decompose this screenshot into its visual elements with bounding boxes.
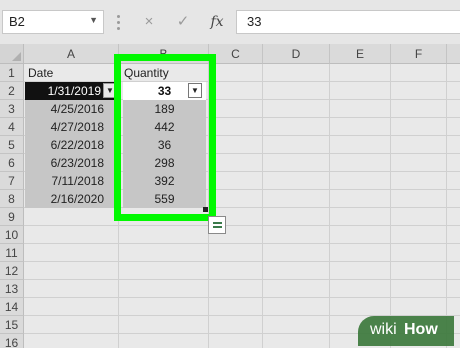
row-header[interactable]: 13 [0, 280, 24, 298]
insert-function-icon[interactable]: fx [202, 10, 232, 34]
row-header[interactable]: 7 [0, 172, 24, 190]
column-header-f[interactable]: F [391, 44, 447, 64]
drag-handle-icon[interactable] [116, 13, 120, 31]
select-all-button[interactable] [0, 44, 24, 64]
formula-value: 33 [247, 14, 262, 29]
cell-a7[interactable]: 7/11/2018 [25, 172, 118, 190]
gridline [446, 64, 447, 348]
gridline [24, 297, 460, 298]
formula-input[interactable]: 33 [236, 10, 460, 34]
gridline [329, 64, 330, 348]
gridline [262, 64, 263, 348]
row-header[interactable]: 11 [0, 244, 24, 262]
gridline [24, 261, 460, 262]
cell-a4[interactable]: 4/27/2018 [25, 118, 118, 136]
cell-a8[interactable]: 2/16/2020 [25, 190, 118, 208]
row-header[interactable]: 4 [0, 118, 24, 136]
enter-icon[interactable]: ✓ [168, 10, 198, 34]
column-header-a[interactable]: A [24, 44, 119, 64]
name-box[interactable]: B2 ▼ [2, 10, 104, 34]
gridline [24, 243, 460, 244]
row-header[interactable]: 12 [0, 262, 24, 280]
gridline [24, 225, 460, 226]
column-header-e[interactable]: E [330, 44, 391, 64]
gridline [390, 64, 391, 348]
row-header[interactable]: 10 [0, 226, 24, 244]
cell-a6[interactable]: 6/23/2018 [25, 154, 118, 172]
column-header-g[interactable] [447, 44, 460, 64]
column-header-c[interactable]: C [209, 44, 263, 64]
name-box-value: B2 [9, 14, 25, 29]
fill-handle[interactable] [203, 207, 208, 212]
quick-analysis-icon[interactable] [208, 216, 226, 234]
row-header[interactable]: 1 [0, 64, 24, 82]
wikihow-logo: wiki How [358, 316, 454, 346]
highlight-box [114, 54, 216, 221]
row-header[interactable]: 3 [0, 100, 24, 118]
row-header[interactable]: 16 [0, 334, 24, 348]
gridline [24, 279, 460, 280]
row-header[interactable]: 2 [0, 82, 24, 100]
cell-a3[interactable]: 4/25/2016 [25, 100, 118, 118]
logo-text: wiki [370, 321, 397, 338]
row-header[interactable]: 5 [0, 136, 24, 154]
cell-a5[interactable]: 6/22/2018 [25, 136, 118, 154]
chevron-down-icon[interactable]: ▼ [89, 15, 98, 25]
cancel-icon[interactable]: × [134, 10, 164, 34]
formula-bar: B2 ▼ × ✓ fx 33 [0, 0, 460, 44]
row-header[interactable]: 15 [0, 316, 24, 334]
row-header[interactable]: 6 [0, 154, 24, 172]
row-header[interactable]: 8 [0, 190, 24, 208]
row-header[interactable]: 9 [0, 208, 24, 226]
cell-a1[interactable]: Date [26, 64, 118, 82]
row-header[interactable]: 14 [0, 298, 24, 316]
spreadsheet-grid[interactable]: A B C D E F 1 2 3 4 5 6 7 8 9 10 11 12 1… [0, 44, 460, 348]
logo-text: How [404, 321, 438, 338]
column-header-d[interactable]: D [263, 44, 330, 64]
